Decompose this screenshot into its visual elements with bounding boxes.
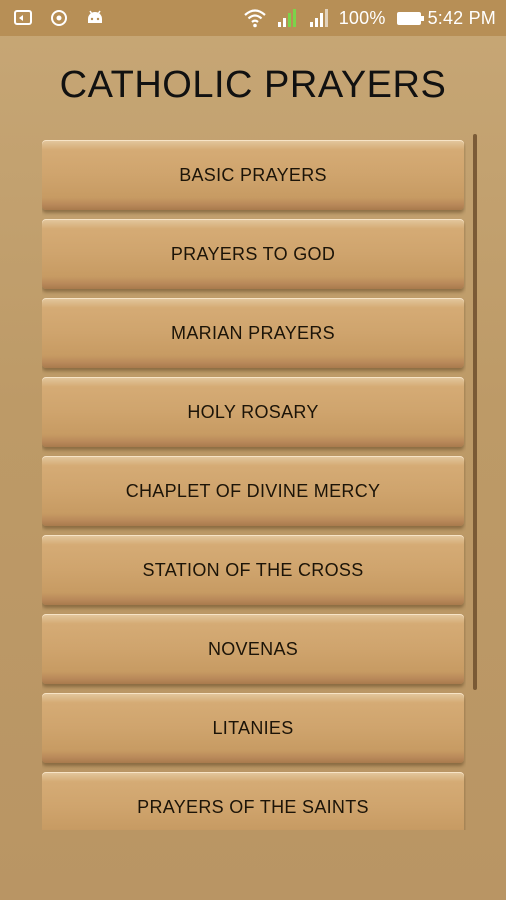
- status-right-icons: 100% 5:42 PM: [243, 6, 496, 30]
- screen-mirror-icon: [12, 7, 34, 29]
- battery-icon: [396, 7, 424, 29]
- litanies-button[interactable]: LITANIES: [42, 693, 464, 763]
- signal-icon: [307, 7, 329, 29]
- clock: 5:42 PM: [427, 8, 496, 28]
- prayers-to-god-button[interactable]: PRAYERS TO GOD: [42, 219, 464, 289]
- holy-rosary-button[interactable]: HOLY ROSARY: [42, 377, 464, 447]
- prayer-category-list[interactable]: BASIC PRAYERS PRAYERS TO GOD MARIAN PRAY…: [42, 140, 466, 830]
- page-title: CATHOLIC PRAYERS: [59, 64, 447, 106]
- station-of-the-cross-button[interactable]: STATION OF THE CROSS: [42, 535, 464, 605]
- scrollbar[interactable]: [473, 134, 477, 690]
- battery-percent: 100%: [338, 8, 386, 28]
- status-bar: 100% 5:42 PM: [0, 0, 506, 36]
- novenas-button[interactable]: NOVENAS: [42, 614, 464, 684]
- prayers-of-the-saints-button[interactable]: PRAYERS OF THE SAINTS: [42, 772, 464, 830]
- sync-icon: [48, 7, 70, 29]
- android-icon: [84, 7, 106, 29]
- status-left-icons: [12, 7, 106, 29]
- wifi-icon: [243, 7, 266, 29]
- chaplet-of-divine-mercy-button[interactable]: CHAPLET OF DIVINE MERCY: [42, 456, 464, 526]
- marian-prayers-button[interactable]: MARIAN PRAYERS: [42, 298, 464, 368]
- basic-prayers-button[interactable]: BASIC PRAYERS: [42, 140, 464, 210]
- signal-icon: [275, 7, 297, 29]
